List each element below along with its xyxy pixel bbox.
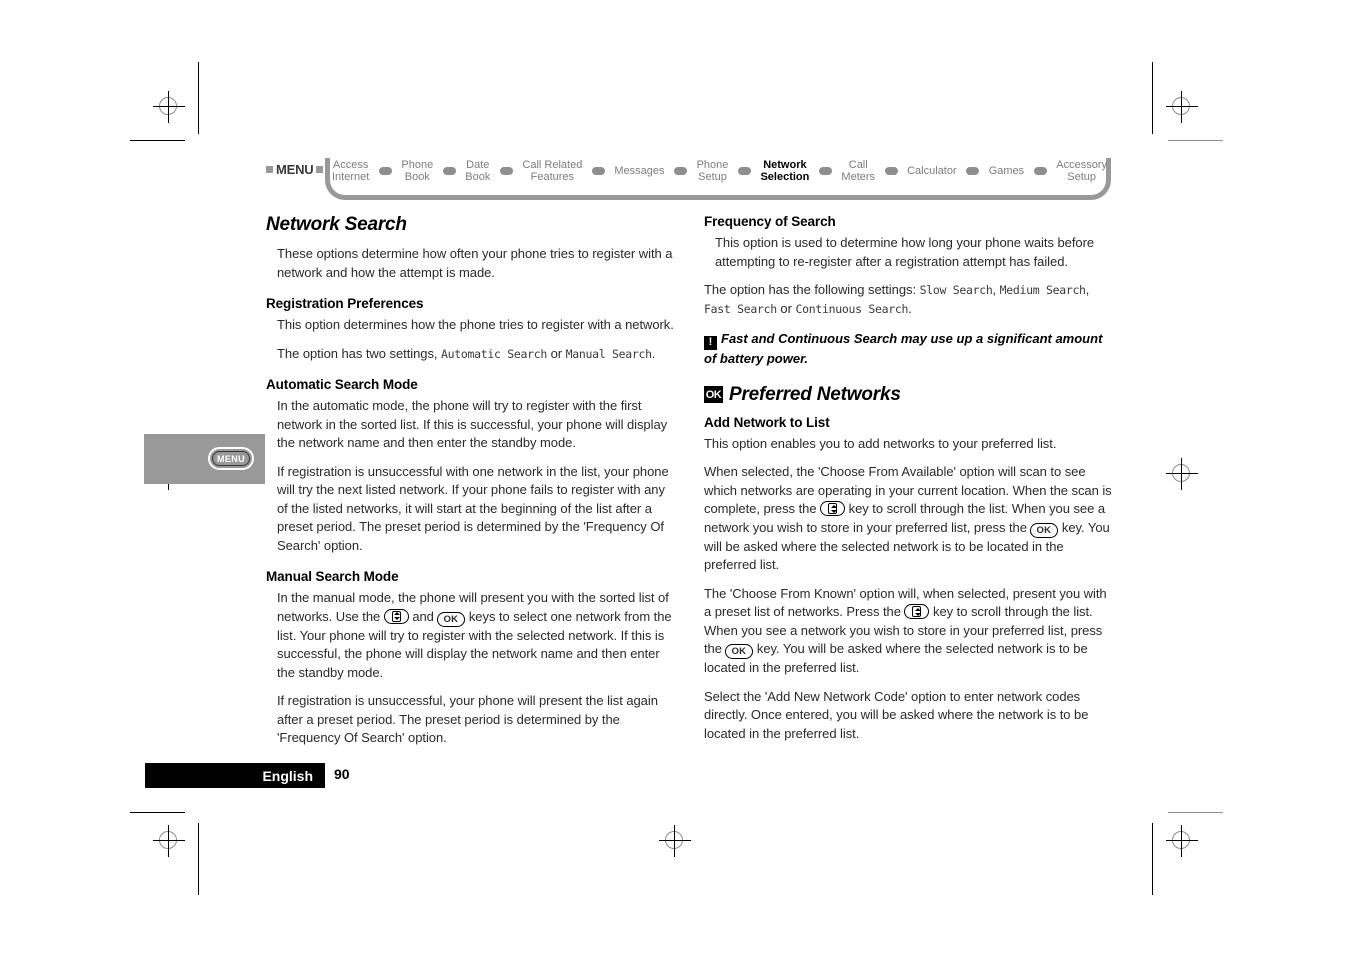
path-separator-icon (378, 167, 392, 175)
path-bar-crumbs: Access Internet Phone Book Date Book Call R… (332, 152, 1107, 190)
heading-registration-preferences: Registration Preferences (266, 296, 424, 311)
text-fragment: The option has two settings, (277, 345, 442, 361)
path-separator-icon (442, 167, 456, 175)
automatic-search-mode-p1: In the automatic mode, the phone will tr… (277, 398, 668, 450)
manual-search-mode-p2: If registration is unsuccessful, your ph… (277, 693, 658, 745)
menu-key-label: MENU (216, 453, 246, 464)
path-crumb[interactable]: Call Meters (841, 159, 875, 183)
registration-preferences-p2: The option has two settings, Automatic S… (266, 345, 674, 364)
footer-language-bar: English (145, 763, 325, 788)
crop-line-top-right-vertical (1152, 62, 1153, 134)
text-fragment: The option has the following settings: (704, 282, 920, 297)
path-separator-icon (499, 167, 513, 175)
preferred-networks-title-text: Preferred Networks (729, 383, 901, 405)
square-marker-icon (266, 166, 273, 173)
add-network-p4: Select the 'Add New Network Code' option… (704, 688, 1089, 741)
registration-mark-right-middle (1166, 458, 1198, 490)
setting-automatic-search: Automatic Search (441, 346, 548, 361)
registration-preferences-p1: This option determines how the phone tri… (277, 317, 674, 332)
setting-continuous-search: Continuous Search (795, 301, 909, 316)
path-crumb[interactable]: Date Book (465, 159, 490, 183)
path-crumb[interactable]: Accessory Setup (1056, 159, 1107, 183)
text-fragment: or (776, 300, 796, 316)
scroll-key-icon (904, 604, 930, 619)
setting-fast-search: Fast Search (704, 301, 777, 316)
path-separator-icon (818, 167, 832, 175)
registration-mark-top-right (1166, 91, 1198, 123)
path-separator-icon (1033, 167, 1047, 175)
registration-mark-top-left (153, 91, 185, 123)
text-fragment: , (992, 282, 1000, 297)
right-column: Frequency of Search This option is used … (704, 214, 1112, 753)
battery-warning-note: ! Fast and Continuous Search may use up a… (704, 330, 1112, 368)
text-fragment: and (408, 608, 438, 624)
setting-medium-search: Medium Search (999, 283, 1086, 297)
path-crumb[interactable]: Call Related Features (522, 159, 582, 183)
menu-key-icon: MENU (208, 447, 254, 470)
menu-path-bar: MENU Access Internet Phone Book Date Book C… (266, 152, 1111, 202)
square-marker-icon (316, 166, 324, 173)
crop-line-top-right-horizontal (1168, 140, 1223, 141)
heading-automatic-search-mode: Automatic Search Mode (266, 377, 418, 392)
path-crumb[interactable]: Network Selection (760, 159, 809, 183)
page-number: 90 (334, 766, 350, 782)
text-fragment: or (547, 345, 566, 361)
crop-line-bottom-right-horizontal (1168, 812, 1223, 813)
path-separator-icon (591, 167, 605, 175)
scroll-key-icon (383, 608, 409, 624)
path-crumb[interactable]: Access Internet (332, 159, 369, 183)
frequency-of-search-p2: The option has the following settings: S… (704, 281, 1112, 318)
crop-line-top-left-vertical (198, 62, 199, 134)
path-separator-icon (884, 167, 898, 175)
scroll-key-icon (820, 501, 846, 516)
battery-warning-text: Fast and Continuous Search may use up a … (704, 331, 1103, 366)
registration-mark-bottom-left (153, 825, 185, 857)
network-search-intro: These options determine how often your p… (277, 246, 673, 280)
ok-badge-icon: OK (704, 386, 723, 403)
path-bar-menu-label: MENU (276, 162, 314, 177)
ok-key-icon: OK (1030, 522, 1059, 538)
registration-mark-bottom-center (659, 825, 691, 857)
heading-frequency-of-search: Frequency of Search (704, 214, 836, 229)
left-column: Network Search These options determine h… (266, 214, 674, 758)
manual-search-mode-p1: In the manual mode, the phone will prese… (266, 589, 674, 682)
warning-icon: ! (704, 335, 717, 350)
add-network-p1: This option enables you to add networks … (704, 435, 1057, 451)
path-crumb[interactable]: Calculator (907, 165, 957, 177)
text-fragment: , (1085, 282, 1090, 297)
automatic-search-mode-p2: If registration is unsuccessful with one… (277, 463, 669, 553)
registration-mark-bottom-right (1166, 825, 1198, 857)
heading-manual-search-mode: Manual Search Mode (266, 569, 399, 584)
path-crumb[interactable]: Phone Setup (697, 159, 729, 183)
crop-line-bottom-right-vertical (1152, 823, 1153, 895)
setting-slow-search: Slow Search (919, 283, 993, 297)
footer-language-label: English (262, 767, 313, 784)
setting-manual-search: Manual Search (565, 346, 652, 361)
frequency-of-search-p1: This option is used to determine how lon… (715, 235, 1095, 269)
path-bar-menu-root: MENU (266, 162, 324, 177)
crop-line-bottom-left-horizontal (130, 812, 185, 813)
page-title: Network Search (266, 214, 674, 236)
add-network-p3: The 'Choose From Known' option will, whe… (704, 585, 1112, 678)
text-fragment: key. You will be asked where the selecte… (704, 641, 1088, 675)
add-network-p2: When selected, the 'Choose From Availabl… (704, 463, 1112, 575)
page-title-text: Network Search (266, 214, 407, 235)
path-crumb[interactable]: Phone Book (401, 159, 433, 183)
ok-key-icon: OK (725, 644, 754, 659)
path-crumb[interactable]: Messages (614, 165, 664, 177)
path-separator-icon (737, 167, 751, 175)
margin-menu-tab: MENU (144, 434, 265, 484)
heading-add-network-to-list: Add Network to List (704, 414, 830, 430)
crop-line-top-left-horizontal (130, 140, 185, 141)
path-separator-icon (966, 167, 980, 175)
path-crumb[interactable]: Games (989, 165, 1024, 177)
text-fragment: . (908, 300, 912, 316)
text-fragment: . (651, 345, 656, 361)
path-separator-icon (674, 167, 688, 175)
heading-preferred-networks: OK Preferred Networks (704, 384, 1112, 406)
ok-key-icon: OK (437, 611, 466, 627)
crop-line-bottom-left-vertical (198, 823, 199, 895)
